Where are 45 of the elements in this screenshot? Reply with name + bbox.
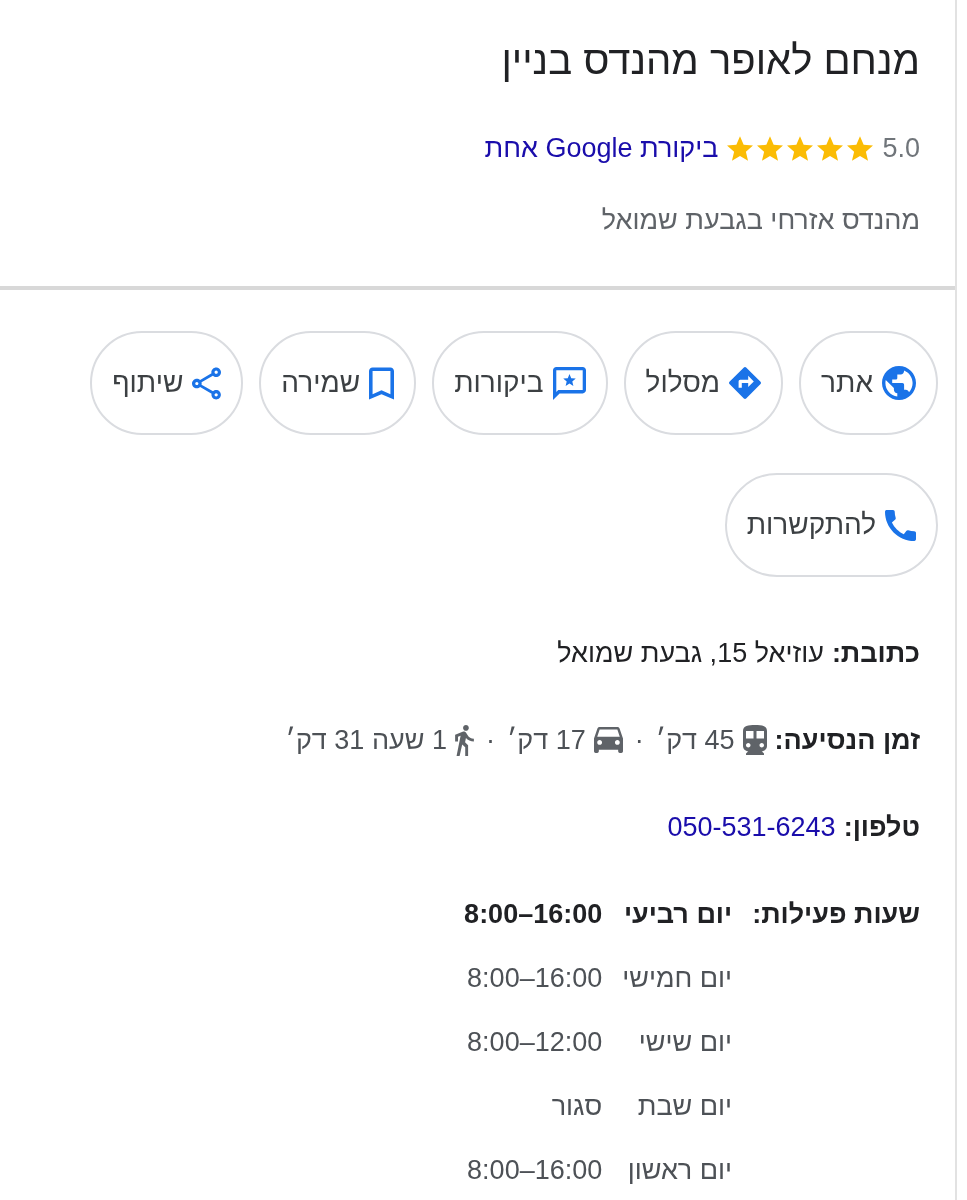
share-button[interactable]: שיתוף — [90, 331, 244, 435]
star-icon — [727, 135, 754, 161]
opening-hours: 8:00–12:00 — [466, 1026, 603, 1059]
website-button[interactable]: אתר — [799, 331, 938, 435]
address-value: עוזיאל 15, גבעת שמואל — [557, 637, 824, 670]
travel-duration: 45 דק׳ — [655, 724, 735, 757]
weekday: יום רביעי — [622, 898, 733, 931]
star-icon — [757, 135, 784, 161]
business-title: מנחם לאופר מהנדס בניין — [500, 37, 920, 84]
phone-icon — [885, 509, 916, 541]
car-icon — [593, 727, 623, 753]
travel-duration: 17 דק׳ — [506, 724, 586, 757]
call-button[interactable]: להתקשרות — [724, 473, 938, 577]
business-category: מהנדס אזרחי בגבעת שמואל — [600, 204, 920, 237]
hours-label: שעות פעילות: — [752, 898, 920, 931]
walking-person-icon — [454, 724, 474, 756]
separator-dot: · — [484, 724, 496, 757]
reviews-button[interactable]: ביקורות — [432, 331, 608, 435]
share-icon — [192, 366, 222, 400]
directions-button[interactable]: מסלול — [623, 331, 784, 435]
weekday: יום חמישי — [622, 962, 733, 995]
reviews-link[interactable]: ביקורת Google אחת — [484, 128, 719, 168]
star-icon — [817, 135, 844, 161]
phone-number-link[interactable]: 050-531-6243 — [667, 807, 836, 847]
star-icon — [847, 135, 874, 161]
train-icon — [742, 725, 767, 755]
review-star-icon — [552, 366, 586, 400]
save-button[interactable]: שמירה — [259, 331, 417, 435]
opening-hours: 8:00–16:00 — [466, 962, 603, 995]
directions-icon — [729, 367, 762, 399]
weekday: יום ראשון — [626, 1154, 733, 1187]
opening-hours: סגור — [550, 1090, 603, 1123]
opening-hours: 8:00–16:00 — [466, 1154, 603, 1187]
travel-time-label: זמן הנסיעה: — [774, 724, 920, 757]
travel-duration: 1 שעה 31 דק׳ — [285, 724, 447, 757]
address-label: כתובת: — [831, 637, 920, 670]
opening-hours: 8:00–16:00 — [464, 898, 603, 931]
bookmark-icon — [369, 366, 395, 400]
weekday: יום שבת — [636, 1090, 733, 1123]
globe-icon — [882, 366, 916, 400]
weekday: יום שישי — [637, 1026, 733, 1059]
rating-score: 5.0 — [882, 132, 920, 165]
phone-label: טלפון: — [843, 811, 920, 844]
star-icon — [787, 135, 814, 161]
separator-dot: · — [633, 724, 645, 757]
